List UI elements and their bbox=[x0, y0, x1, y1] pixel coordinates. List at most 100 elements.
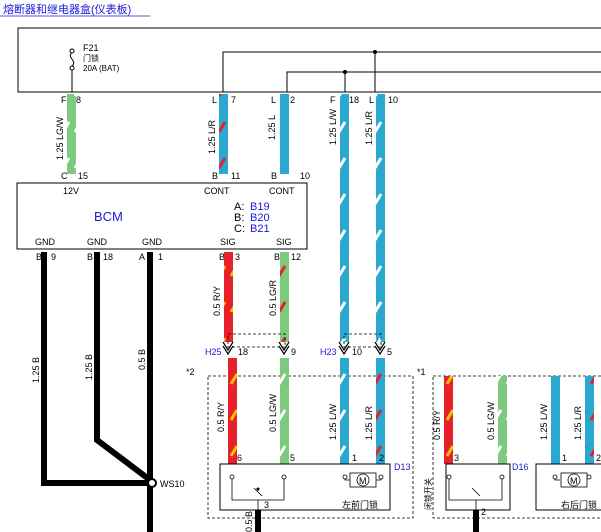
wire-label: 1.25 L/R bbox=[207, 119, 217, 154]
wire-l-upper bbox=[280, 94, 289, 174]
bcm-cont-label: CONT bbox=[269, 186, 295, 196]
group2-marker: *2 bbox=[186, 367, 195, 377]
group2-pin: 1 bbox=[352, 453, 357, 463]
bcm-12v-label: 12V bbox=[63, 186, 79, 196]
wire-g1-lw bbox=[551, 376, 560, 464]
wire-lgr-mid bbox=[280, 252, 289, 342]
wire-g1-lr bbox=[585, 376, 594, 464]
svg-text:SIG: SIG bbox=[276, 237, 292, 247]
junction-dot bbox=[343, 70, 347, 74]
wire-label: 0.5 LG/R bbox=[268, 279, 278, 316]
wire-label: 0.5 LG/W bbox=[268, 393, 278, 432]
h25-pin: 18 bbox=[238, 347, 248, 357]
svg-text:B: B bbox=[87, 252, 93, 262]
svg-text:18: 18 bbox=[103, 252, 113, 262]
ground-point-label: WS10 bbox=[160, 479, 185, 489]
svg-text:8: 8 bbox=[76, 95, 81, 105]
bcm-top-pin-labels: C 15 B 11 B 10 bbox=[61, 171, 310, 181]
group1-pin: 3 bbox=[454, 453, 459, 463]
switch-contact bbox=[256, 487, 260, 491]
svg-text:L: L bbox=[212, 95, 217, 105]
door-lock-rr-caption: 右后门锁 bbox=[561, 499, 597, 510]
svg-text:M: M bbox=[570, 476, 578, 486]
wire-lr2-upper bbox=[376, 94, 385, 342]
bcm-cont-label: CONT bbox=[204, 186, 230, 196]
svg-text:12: 12 bbox=[291, 252, 301, 262]
fusebox-title: 熔断器和继电器盒(仪表板) bbox=[3, 2, 131, 16]
wire-label: 1.25 LG/W bbox=[55, 116, 65, 160]
svg-text:18: 18 bbox=[349, 95, 359, 105]
svg-text:10: 10 bbox=[300, 171, 310, 181]
h25-pin: 9 bbox=[291, 347, 296, 357]
h23-pin: 10 bbox=[352, 347, 362, 357]
group2-pin: 6 bbox=[237, 453, 242, 463]
svg-text:B: B bbox=[212, 171, 218, 181]
h25-outline bbox=[227, 333, 286, 348]
group1-connector: D16 bbox=[512, 462, 529, 472]
h23-outline bbox=[343, 333, 382, 348]
h25-label: H25 bbox=[205, 347, 222, 357]
svg-text:2: 2 bbox=[290, 95, 295, 105]
bcm-label: BCM bbox=[94, 209, 123, 224]
svg-text:GND: GND bbox=[87, 237, 108, 247]
svg-text:3: 3 bbox=[235, 252, 240, 262]
wire-g2-lr bbox=[376, 358, 385, 464]
svg-text:7: 7 bbox=[231, 95, 236, 105]
svg-text:15: 15 bbox=[78, 171, 88, 181]
lock-switch-box bbox=[445, 463, 511, 511]
svg-text:C: C bbox=[61, 171, 68, 181]
svg-text:9: 9 bbox=[51, 252, 56, 262]
bcm-bottom-pin-numbers: B 9 B 18 A 1 B 3 B 12 bbox=[36, 252, 301, 262]
ground-point-symbol bbox=[147, 478, 157, 488]
svg-text:F: F bbox=[61, 95, 67, 105]
wire-label: 0.5 B bbox=[244, 511, 254, 532]
fusebox-outline bbox=[17, 27, 601, 93]
wire-label: 0.5 R/Y bbox=[216, 402, 226, 432]
wire-label: 1.25 B bbox=[84, 354, 94, 380]
group2-pin: 5 bbox=[290, 453, 295, 463]
svg-text:A: A bbox=[139, 252, 145, 262]
svg-text:SIG: SIG bbox=[220, 237, 236, 247]
fuse-rating: 20A (BAT) bbox=[83, 64, 120, 73]
group2-connector: D13 bbox=[394, 462, 411, 472]
svg-text:L: L bbox=[369, 95, 374, 105]
wire-lr-upper bbox=[219, 94, 228, 174]
wire-ry-mid bbox=[224, 252, 233, 342]
group2-bottom-pin: 3 bbox=[264, 500, 269, 510]
ground-wires bbox=[41, 252, 153, 532]
svg-text:L: L bbox=[271, 95, 276, 105]
junction-dot bbox=[373, 50, 377, 54]
wire-g2-lgw bbox=[280, 358, 289, 464]
svg-text:GND: GND bbox=[142, 237, 163, 247]
wire-label: 1.25 L/R bbox=[573, 405, 583, 440]
wire-g1-lgw bbox=[498, 376, 507, 464]
svg-text:1: 1 bbox=[158, 252, 163, 262]
wire-g2-ry bbox=[228, 358, 237, 464]
wire-g2-gnd bbox=[255, 510, 261, 532]
wire-label: 1.25 L/W bbox=[328, 403, 338, 440]
wire-g1-ry bbox=[444, 376, 453, 464]
bcm-legend-key: C: bbox=[234, 223, 245, 235]
svg-text:B: B bbox=[271, 171, 277, 181]
fuse-id: F21 bbox=[83, 43, 99, 53]
h23-pin: 5 bbox=[387, 347, 392, 357]
group2-pin: 2 bbox=[379, 453, 384, 463]
wire-label: 1.25 B bbox=[31, 357, 41, 383]
svg-text:F: F bbox=[330, 95, 336, 105]
group1-marker: *1 bbox=[417, 367, 426, 377]
wire-label: 0.5 B bbox=[137, 349, 147, 370]
h23-label: H23 bbox=[320, 347, 337, 357]
wire-g2-lw bbox=[340, 358, 349, 464]
svg-text:11: 11 bbox=[231, 171, 240, 181]
wire-label: 1.25 L/W bbox=[328, 108, 338, 145]
bcm-legend-val: B21 bbox=[250, 223, 270, 235]
fuse-name: 门锁 bbox=[83, 53, 99, 63]
wire-lw-upper bbox=[340, 94, 349, 342]
motor-icon: M bbox=[349, 472, 377, 488]
door-lock-lf-caption: 左前门锁 bbox=[342, 499, 378, 510]
motor-icon: M bbox=[560, 472, 588, 488]
wire-label: 0.5 R/Y bbox=[432, 410, 442, 440]
svg-text:M: M bbox=[359, 476, 367, 486]
svg-text:GND: GND bbox=[35, 237, 56, 247]
wire-lgw-upper bbox=[67, 94, 76, 174]
